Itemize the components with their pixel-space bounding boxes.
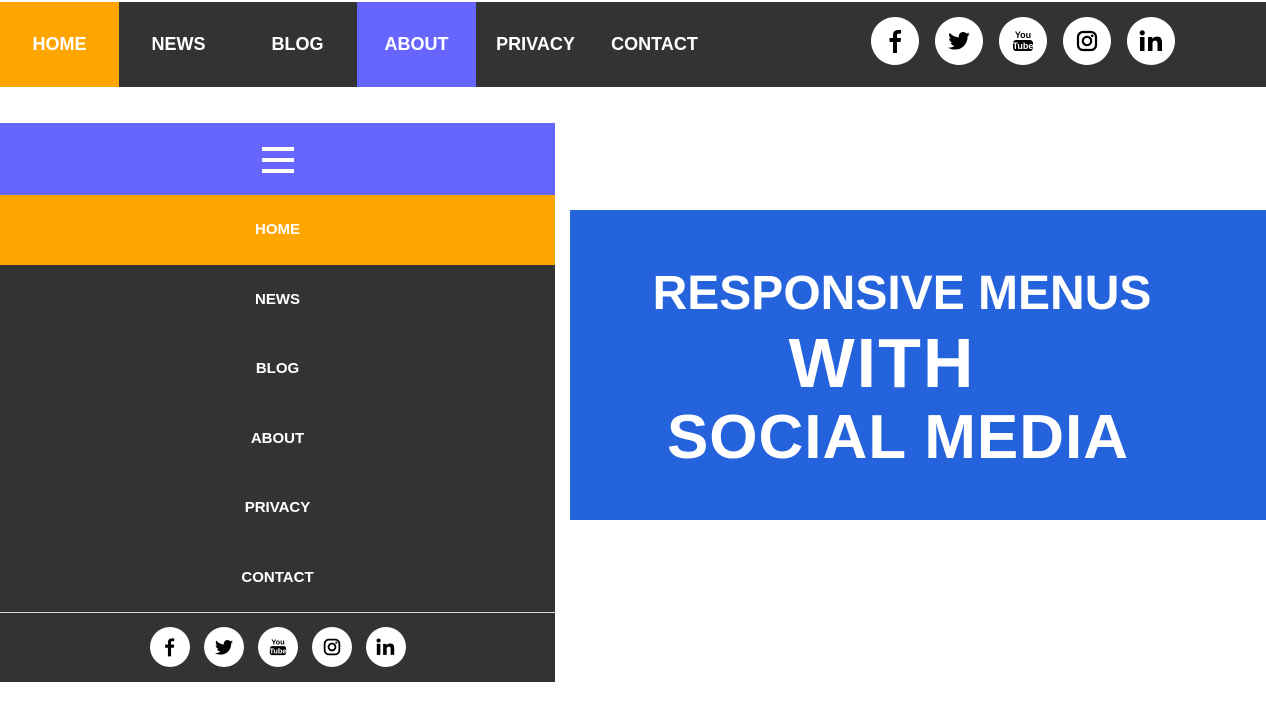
hamburger-icon[interactable] bbox=[261, 144, 294, 174]
svg-text:Tube: Tube bbox=[1013, 41, 1034, 51]
mobile-nav-home[interactable]: HOME bbox=[0, 195, 555, 265]
banner-line-2: WITH bbox=[788, 324, 976, 402]
instagram-icon[interactable] bbox=[311, 627, 352, 667]
linkedin-icon[interactable] bbox=[1127, 17, 1175, 65]
mobile-nav-privacy[interactable]: PRIVACY bbox=[0, 473, 555, 543]
twitter-icon[interactable] bbox=[935, 17, 983, 65]
desktop-navbar: HOME NEWS BLOG ABOUT PRIVACY CONTACT You… bbox=[0, 2, 1266, 87]
mobile-nav-contact[interactable]: CONTACT bbox=[0, 543, 555, 613]
mobile-menu-panel: HOME NEWS BLOG ABOUT PRIVACY CONTACT You… bbox=[0, 123, 555, 682]
linkedin-icon[interactable] bbox=[365, 627, 406, 667]
svg-text:You: You bbox=[271, 638, 285, 647]
mobile-nav-news[interactable]: NEWS bbox=[0, 265, 555, 335]
nav-link-home[interactable]: HOME bbox=[0, 2, 119, 87]
twitter-icon[interactable] bbox=[203, 627, 244, 667]
mobile-menu-toggle[interactable] bbox=[0, 123, 555, 195]
nav-link-blog[interactable]: BLOG bbox=[238, 2, 357, 87]
youtube-icon[interactable]: You Tube bbox=[999, 17, 1047, 65]
mobile-nav-blog[interactable]: BLOG bbox=[0, 334, 555, 404]
facebook-icon[interactable] bbox=[149, 627, 190, 667]
desktop-nav-menu: HOME NEWS BLOG ABOUT PRIVACY CONTACT bbox=[0, 2, 714, 87]
nav-link-contact[interactable]: CONTACT bbox=[595, 2, 714, 87]
youtube-icon[interactable]: You Tube bbox=[257, 627, 298, 667]
nav-link-privacy[interactable]: PRIVACY bbox=[476, 2, 595, 87]
mobile-nav-about[interactable]: ABOUT bbox=[0, 404, 555, 474]
instagram-icon[interactable] bbox=[1063, 17, 1111, 65]
mobile-nav-list: HOME NEWS BLOG ABOUT PRIVACY CONTACT bbox=[0, 195, 555, 612]
nav-link-news[interactable]: NEWS bbox=[119, 2, 238, 87]
facebook-icon[interactable] bbox=[871, 17, 919, 65]
svg-text:Tube: Tube bbox=[269, 647, 286, 656]
svg-text:You: You bbox=[1015, 30, 1031, 40]
mobile-social-links: You Tube bbox=[0, 613, 555, 681]
banner-line-1: RESPONSIVE MENUS bbox=[652, 267, 1152, 320]
banner-line-3: SOCIAL MEDIA bbox=[666, 403, 1130, 472]
nav-link-about[interactable]: ABOUT bbox=[357, 2, 476, 87]
title-banner: RESPONSIVE MENUS WITH SOCIAL MEDIA bbox=[570, 210, 1266, 520]
desktop-social-links: You Tube bbox=[871, 17, 1175, 65]
